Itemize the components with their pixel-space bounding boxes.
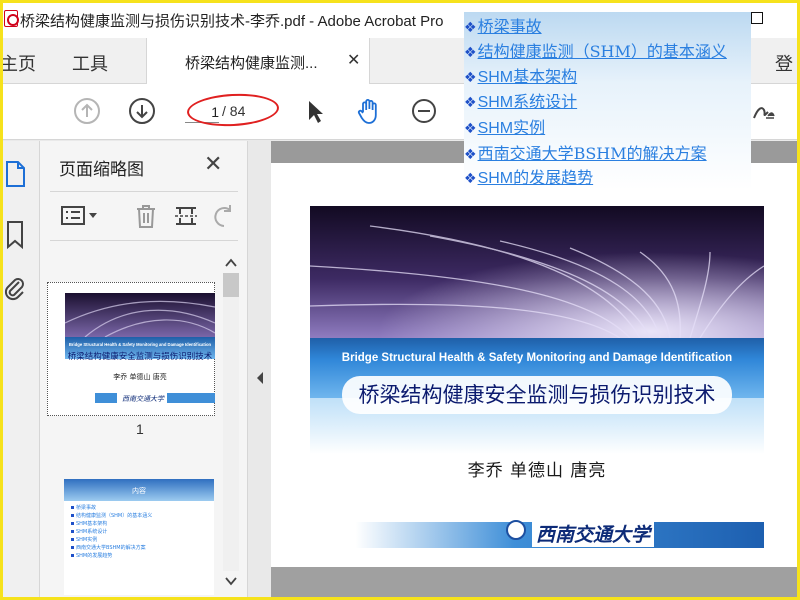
tab-document-label: 桥梁结构健康监测... (185, 55, 318, 72)
university-logo-icon (506, 520, 526, 540)
slide-footer: 西南交通大学 (310, 506, 764, 548)
toc-overlay: ❖桥梁事故 ❖结构健康监测（SHM）的基本涵义 ❖SHM基本架构 ❖SHM系统设… (464, 12, 751, 190)
slide-school: 西南交通大学 (532, 520, 655, 547)
panel-title: 页面缩略图 (59, 160, 144, 179)
close-icon[interactable]: ✕ (347, 50, 360, 70)
toc-item-bridge-accidents[interactable]: ❖桥梁事故 (464, 14, 751, 39)
thumb2-item: 桥梁事故 (76, 504, 96, 511)
crop-icon[interactable] (172, 202, 200, 230)
tab-document[interactable]: 桥梁结构健康监测... ✕ (146, 38, 370, 84)
thumb1-authors: 李乔 单德山 唐亮 (113, 372, 166, 381)
thumbnails-panel: 页面缩略图 ✕ Bridge Structural Health & Safet… (40, 141, 248, 600)
thumb2-heading: 内容 (132, 486, 146, 495)
pdf-icon (4, 10, 19, 27)
thumb1-cn-title: 桥梁结构健康安全监测与损伤识别技术 (68, 351, 213, 362)
thumb2-item: SHM实例 (76, 536, 97, 543)
paperclip-icon[interactable] (2, 273, 28, 305)
toc-item-shm-trends[interactable]: ❖SHM的发展趋势 (464, 166, 751, 191)
slide-cover-image (310, 206, 764, 338)
scroll-track[interactable] (223, 273, 239, 571)
undo-icon[interactable] (210, 202, 238, 230)
toc-item-shm-architecture[interactable]: ❖SHM基本架构 (464, 65, 751, 90)
thumb1-school: 西南交通大学 (122, 395, 165, 403)
thumbnail-page-1[interactable]: Bridge Structural Health & Safety Monito… (47, 282, 215, 416)
page-icon[interactable] (2, 159, 28, 191)
left-rail (0, 141, 40, 600)
login-link[interactable]: 登 (775, 50, 793, 76)
chevron-left-icon[interactable] (250, 366, 270, 390)
pointer-icon[interactable] (300, 96, 330, 126)
thumbnail-page-2[interactable]: 内容 桥梁事故 结构健康监测（SHM）的基本涵义 SHM基本架构 SHM系统设计… (64, 479, 214, 595)
thumb2-item: 西南交通大学BSHM的解决方案 (76, 544, 146, 551)
thumbnail-page-1-image: Bridge Structural Health & Safety Monito… (65, 293, 215, 403)
chevron-down-icon[interactable] (224, 575, 238, 587)
thumb2-item: SHM的发展趋势 (76, 552, 112, 559)
trash-icon[interactable] (132, 202, 160, 230)
toc-item-shm-meaning[interactable]: ❖结构健康监测（SHM）的基本涵义 (464, 39, 751, 64)
arrow-up-circle-icon[interactable] (72, 96, 102, 126)
toc-item-shm-design[interactable]: ❖SHM系统设计 (464, 90, 751, 115)
toc-item-shm-examples[interactable]: ❖SHM实例 (464, 116, 751, 141)
window-title: 桥梁结构健康监测与损伤识别技术-李乔.pdf - Adobe Acrobat P… (20, 13, 444, 30)
bookmark-icon[interactable] (2, 219, 28, 251)
slide-authors: 李乔 单德山 唐亮 (467, 461, 607, 481)
thumbnails-scrollbar[interactable] (220, 253, 242, 591)
sign-icon[interactable] (748, 96, 778, 126)
tab-home[interactable]: 主页 (0, 50, 36, 76)
thumbnail-page-2-image: 内容 桥梁事故 结构健康监测（SHM）的基本涵义 SHM基本架构 SHM系统设计… (64, 479, 214, 559)
close-icon[interactable]: ✕ (204, 151, 222, 177)
scroll-thumb[interactable] (223, 273, 239, 297)
slide: Bridge Structural Health & Safety Monito… (310, 206, 764, 548)
tab-tools[interactable]: 工具 (72, 50, 108, 76)
next-page-edge (271, 567, 800, 600)
zoom-out-icon[interactable] (409, 96, 439, 126)
thumb2-item: SHM基本架构 (76, 520, 107, 527)
toc-item-swjtu-solution[interactable]: ❖西南交通大学BSHM的解决方案 (464, 141, 751, 166)
options-icon[interactable] (60, 202, 102, 230)
hand-icon[interactable] (354, 96, 384, 126)
maximize-icon[interactable] (751, 12, 763, 24)
chevron-up-icon[interactable] (224, 257, 238, 269)
panel-toolbar (50, 191, 238, 241)
slide-subtitle-en: Bridge Structural Health & Safety Monito… (341, 352, 733, 364)
thumb2-item: SHM系统设计 (76, 528, 107, 535)
thumb2-item: 结构健康监测（SHM）的基本涵义 (76, 512, 152, 519)
arrow-down-circle-icon[interactable] (127, 96, 157, 126)
slide-title-cn: 桥梁结构健康安全监测与损伤识别技术 (342, 376, 732, 414)
thumb1-en-subtitle: Bridge Structural Health & Safety Monito… (69, 342, 212, 347)
thumbnail-page-1-number: 1 (136, 421, 144, 437)
